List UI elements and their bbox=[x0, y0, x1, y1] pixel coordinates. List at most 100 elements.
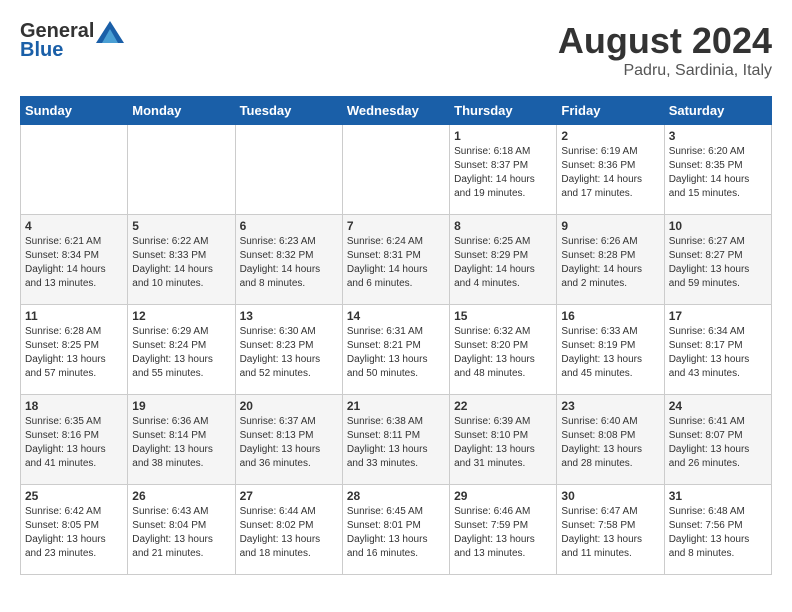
day-info: Sunrise: 6:47 AMSunset: 7:58 PMDaylight:… bbox=[561, 505, 659, 561]
calendar-cell bbox=[128, 125, 235, 215]
day-number: 30 bbox=[561, 489, 659, 503]
calendar-cell: 1 Sunrise: 6:18 AMSunset: 8:37 PMDaylight… bbox=[450, 125, 557, 215]
day-info: Sunrise: 6:30 AMSunset: 8:23 PMDaylight:… bbox=[240, 325, 338, 381]
day-number: 26 bbox=[132, 489, 230, 503]
week-row-2: 4 Sunrise: 6:21 AMSunset: 8:34 PMDaylight… bbox=[21, 215, 772, 305]
calendar-cell: 23 Sunrise: 6:40 AMSunset: 8:08 PMDayligh… bbox=[557, 395, 664, 485]
day-info: Sunrise: 6:42 AMSunset: 8:05 PMDaylight:… bbox=[25, 505, 123, 561]
calendar-cell bbox=[21, 125, 128, 215]
calendar-cell: 28 Sunrise: 6:45 AMSunset: 8:01 PMDayligh… bbox=[342, 485, 449, 575]
calendar-cell: 3 Sunrise: 6:20 AMSunset: 8:35 PMDaylight… bbox=[664, 125, 771, 215]
calendar-cell: 25 Sunrise: 6:42 AMSunset: 8:05 PMDayligh… bbox=[21, 485, 128, 575]
day-info: Sunrise: 6:29 AMSunset: 8:24 PMDaylight:… bbox=[132, 325, 230, 381]
day-number: 9 bbox=[561, 219, 659, 233]
day-number: 31 bbox=[669, 489, 767, 503]
day-number: 29 bbox=[454, 489, 552, 503]
day-number: 27 bbox=[240, 489, 338, 503]
calendar-cell: 24 Sunrise: 6:41 AMSunset: 8:07 PMDayligh… bbox=[664, 395, 771, 485]
day-number: 24 bbox=[669, 399, 767, 413]
calendar-cell: 14Sunrise: 6:31 AMSunset: 8:21 PMDayligh… bbox=[342, 305, 449, 395]
day-info: Sunrise: 6:48 AMSunset: 7:56 PMDaylight:… bbox=[669, 505, 767, 561]
day-number: 10 bbox=[669, 219, 767, 233]
day-info: Sunrise: 6:32 AMSunset: 8:20 PMDaylight:… bbox=[454, 325, 552, 381]
calendar-cell: 7Sunrise: 6:24 AMSunset: 8:31 PMDaylight… bbox=[342, 215, 449, 305]
day-number: 16 bbox=[561, 309, 659, 323]
calendar-cell: 19 Sunrise: 6:36 AMSunset: 8:14 PMDayligh… bbox=[128, 395, 235, 485]
day-info: Sunrise: 6:34 AMSunset: 8:17 PMDaylight:… bbox=[669, 325, 767, 381]
calendar-cell: 29 Sunrise: 6:46 AMSunset: 7:59 PMDayligh… bbox=[450, 485, 557, 575]
calendar-cell: 5 Sunrise: 6:22 AMSunset: 8:33 PMDaylight… bbox=[128, 215, 235, 305]
week-row-4: 18Sunrise: 6:35 AMSunset: 8:16 PMDayligh… bbox=[21, 395, 772, 485]
day-number: 12 bbox=[132, 309, 230, 323]
day-info: Sunrise: 6:40 AMSunset: 8:08 PMDaylight:… bbox=[561, 415, 659, 471]
day-info: Sunrise: 6:19 AMSunset: 8:36 PMDaylight:… bbox=[561, 145, 659, 201]
calendar-cell: 11 Sunrise: 6:28 AMSunset: 8:25 PMDayligh… bbox=[21, 305, 128, 395]
day-info: Sunrise: 6:45 AMSunset: 8:01 PMDaylight:… bbox=[347, 505, 445, 561]
day-info: Sunrise: 6:37 AMSunset: 8:13 PMDaylight:… bbox=[240, 415, 338, 471]
calendar-table: SundayMondayTuesdayWednesdayThursdayFrid… bbox=[20, 96, 772, 575]
day-number: 28 bbox=[347, 489, 445, 503]
day-number: 15 bbox=[454, 309, 552, 323]
day-number: 7 bbox=[347, 219, 445, 233]
day-info: Sunrise: 6:36 AMSunset: 8:14 PMDaylight:… bbox=[132, 415, 230, 471]
header-day-friday: Friday bbox=[557, 97, 664, 125]
day-info: Sunrise: 6:28 AMSunset: 8:25 PMDaylight:… bbox=[25, 325, 123, 381]
day-number: 23 bbox=[561, 399, 659, 413]
day-number: 4 bbox=[25, 219, 123, 233]
day-number: 19 bbox=[132, 399, 230, 413]
calendar-cell bbox=[235, 125, 342, 215]
day-info: Sunrise: 6:20 AMSunset: 8:35 PMDaylight:… bbox=[669, 145, 767, 201]
day-number: 25 bbox=[25, 489, 123, 503]
calendar-cell: 20 Sunrise: 6:37 AMSunset: 8:13 PMDayligh… bbox=[235, 395, 342, 485]
day-info: Sunrise: 6:41 AMSunset: 8:07 PMDaylight:… bbox=[669, 415, 767, 471]
week-row-3: 11 Sunrise: 6:28 AMSunset: 8:25 PMDayligh… bbox=[21, 305, 772, 395]
day-number: 5 bbox=[132, 219, 230, 233]
day-info: Sunrise: 6:18 AMSunset: 8:37 PMDaylight:… bbox=[454, 145, 552, 201]
calendar-cell: 18Sunrise: 6:35 AMSunset: 8:16 PMDayligh… bbox=[21, 395, 128, 485]
page-header: General Blue August 2024 Padru, Sardinia… bbox=[20, 20, 772, 80]
day-info: Sunrise: 6:27 AMSunset: 8:27 PMDaylight:… bbox=[669, 235, 767, 291]
calendar-cell: 8Sunrise: 6:25 AMSunset: 8:29 PMDaylight… bbox=[450, 215, 557, 305]
header-day-wednesday: Wednesday bbox=[342, 97, 449, 125]
calendar-cell: 4 Sunrise: 6:21 AMSunset: 8:34 PMDaylight… bbox=[21, 215, 128, 305]
week-row-5: 25 Sunrise: 6:42 AMSunset: 8:05 PMDayligh… bbox=[21, 485, 772, 575]
calendar-cell: 22Sunrise: 6:39 AMSunset: 8:10 PMDayligh… bbox=[450, 395, 557, 485]
day-number: 3 bbox=[669, 129, 767, 143]
calendar-cell bbox=[342, 125, 449, 215]
days-header-row: SundayMondayTuesdayWednesdayThursdayFrid… bbox=[21, 97, 772, 125]
calendar-cell: 12 Sunrise: 6:29 AMSunset: 8:24 PMDayligh… bbox=[128, 305, 235, 395]
calendar-cell: 21 Sunrise: 6:38 AMSunset: 8:11 PMDayligh… bbox=[342, 395, 449, 485]
calendar-cell: 17Sunrise: 6:34 AMSunset: 8:17 PMDayligh… bbox=[664, 305, 771, 395]
day-info: Sunrise: 6:23 AMSunset: 8:32 PMDaylight:… bbox=[240, 235, 338, 291]
day-number: 2 bbox=[561, 129, 659, 143]
day-number: 13 bbox=[240, 309, 338, 323]
day-info: Sunrise: 6:43 AMSunset: 8:04 PMDaylight:… bbox=[132, 505, 230, 561]
logo: General Blue bbox=[20, 20, 124, 62]
calendar-cell: 6Sunrise: 6:23 AMSunset: 8:32 PMDaylight… bbox=[235, 215, 342, 305]
day-number: 20 bbox=[240, 399, 338, 413]
location-title: Padru, Sardinia, Italy bbox=[558, 62, 772, 80]
logo-icon bbox=[96, 21, 124, 43]
calendar-cell: 26 Sunrise: 6:43 AMSunset: 8:04 PMDayligh… bbox=[128, 485, 235, 575]
day-info: Sunrise: 6:31 AMSunset: 8:21 PMDaylight:… bbox=[347, 325, 445, 381]
title-area: August 2024 Padru, Sardinia, Italy bbox=[558, 20, 772, 80]
day-number: 18 bbox=[25, 399, 123, 413]
day-info: Sunrise: 6:33 AMSunset: 8:19 PMDaylight:… bbox=[561, 325, 659, 381]
calendar-cell: 15 Sunrise: 6:32 AMSunset: 8:20 PMDayligh… bbox=[450, 305, 557, 395]
day-info: Sunrise: 6:38 AMSunset: 8:11 PMDaylight:… bbox=[347, 415, 445, 471]
calendar-cell: 16 Sunrise: 6:33 AMSunset: 8:19 PMDayligh… bbox=[557, 305, 664, 395]
day-info: Sunrise: 6:46 AMSunset: 7:59 PMDaylight:… bbox=[454, 505, 552, 561]
month-title: August 2024 bbox=[558, 20, 772, 62]
week-row-1: 1 Sunrise: 6:18 AMSunset: 8:37 PMDaylight… bbox=[21, 125, 772, 215]
calendar-cell: 9Sunrise: 6:26 AMSunset: 8:28 PMDaylight… bbox=[557, 215, 664, 305]
day-number: 1 bbox=[454, 129, 552, 143]
day-info: Sunrise: 6:22 AMSunset: 8:33 PMDaylight:… bbox=[132, 235, 230, 291]
header-day-thursday: Thursday bbox=[450, 97, 557, 125]
day-info: Sunrise: 6:21 AMSunset: 8:34 PMDaylight:… bbox=[25, 235, 123, 291]
day-number: 22 bbox=[454, 399, 552, 413]
calendar-cell: 31 Sunrise: 6:48 AMSunset: 7:56 PMDayligh… bbox=[664, 485, 771, 575]
day-number: 21 bbox=[347, 399, 445, 413]
day-number: 11 bbox=[25, 309, 123, 323]
header-day-sunday: Sunday bbox=[21, 97, 128, 125]
logo-blue-text: Blue bbox=[20, 39, 63, 62]
